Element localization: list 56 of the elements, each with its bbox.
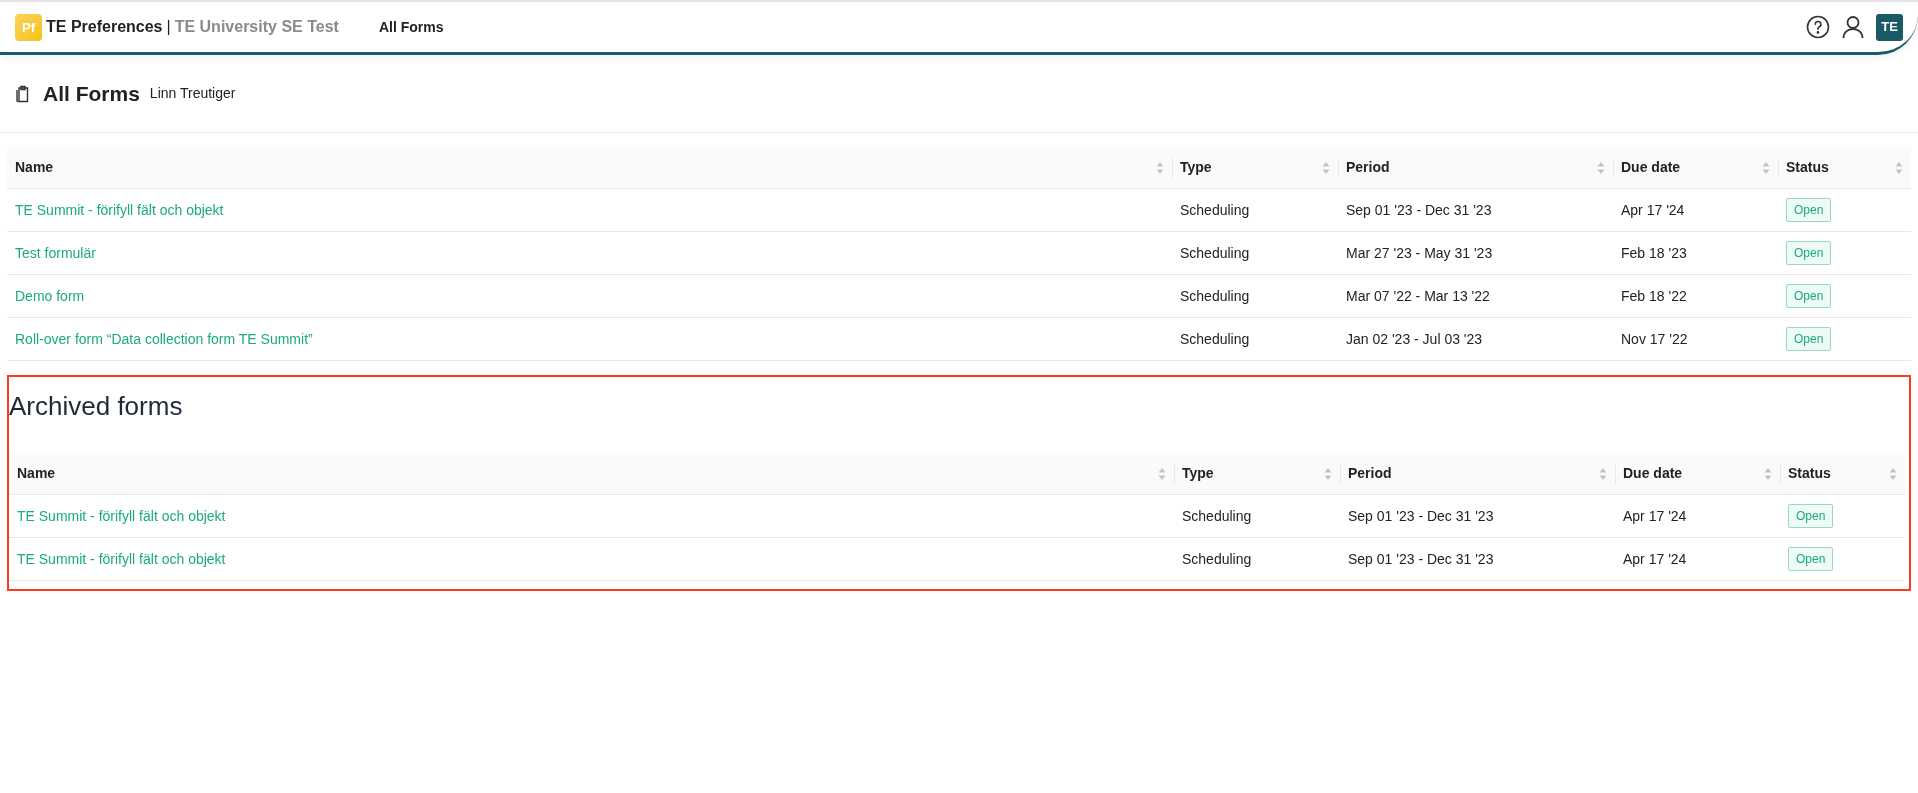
table-cell: Sep 01 '23 - Dec 31 '23 [1348, 507, 1494, 524]
table-cell: Apr 17 '24 [1623, 507, 1687, 524]
column-header[interactable]: Period [1348, 463, 1392, 484]
table-cell: Apr 17 '24 [1621, 201, 1685, 218]
table-cell: Sep 01 '23 - Dec 31 '23 [1346, 201, 1492, 218]
column-header[interactable]: Status [1788, 463, 1831, 484]
user-avatar[interactable]: TE [1876, 13, 1903, 41]
user-name: Linn Treutiger [149, 84, 236, 103]
table-cell: Mar 27 '23 - May 31 '23 [1346, 244, 1493, 261]
table-cell: Jan 02 '23 - Jul 03 '23 [1346, 330, 1483, 347]
status-badge: Open [1786, 327, 1832, 351]
title-separator: | [166, 17, 171, 37]
table-cell: Sep 01 '23 - Dec 31 '23 [1348, 550, 1494, 567]
status-badge: Open [1786, 284, 1832, 308]
sort-icon[interactable] [1895, 160, 1903, 175]
table-cell: Scheduling [1182, 550, 1252, 567]
column-header[interactable]: Name [17, 463, 56, 484]
sort-icon[interactable] [1324, 466, 1332, 481]
table-cell: Scheduling [1180, 330, 1250, 347]
column-header[interactable]: Due date [1621, 157, 1681, 178]
logo-letters: Pf [22, 20, 35, 34]
organization-name: TE University SE Test [174, 17, 339, 37]
column-header[interactable]: Due date [1623, 463, 1683, 484]
documents-icon [15, 84, 30, 103]
nav-link[interactable]: All Forms [378, 16, 444, 38]
column-header[interactable]: Status [1786, 157, 1829, 178]
table-cell: Scheduling [1180, 287, 1250, 304]
column-header[interactable]: Type [1182, 463, 1214, 484]
status-badge: Open [1788, 504, 1834, 528]
sort-icon[interactable] [1889, 466, 1897, 481]
sort-icon[interactable] [1762, 160, 1770, 175]
table-cell: Feb 18 '22 [1621, 287, 1687, 304]
sort-icon[interactable] [1156, 160, 1164, 175]
page-title: All Forms [43, 80, 140, 107]
sort-icon[interactable] [1158, 466, 1166, 481]
table-cell: Feb 18 '23 [1621, 244, 1687, 261]
column-header[interactable]: Name [15, 157, 54, 178]
help-icon[interactable] [1806, 15, 1830, 39]
table-cell: Nov 17 '22 [1621, 330, 1688, 347]
status-badge: Open [1786, 241, 1832, 265]
column-header[interactable]: Type [1180, 157, 1212, 178]
table-cell: Apr 17 '24 [1623, 550, 1687, 567]
table-cell: Scheduling [1180, 201, 1250, 218]
column-header[interactable]: Period [1346, 157, 1390, 178]
table-cell: Scheduling [1180, 244, 1250, 261]
sort-icon[interactable] [1599, 466, 1607, 481]
status-badge: Open [1788, 547, 1834, 571]
status-badge: Open [1786, 198, 1832, 222]
sort-icon[interactable] [1764, 466, 1772, 481]
table-cell: Scheduling [1182, 507, 1252, 524]
sort-icon[interactable] [1597, 160, 1605, 175]
sort-icon[interactable] [1322, 160, 1330, 175]
section-title: Archived forms [9, 390, 184, 423]
user-icon[interactable] [1842, 15, 1864, 39]
table-cell: Mar 07 '22 - Mar 13 '22 [1346, 287, 1490, 304]
app-name: TE Preferences [46, 17, 163, 37]
